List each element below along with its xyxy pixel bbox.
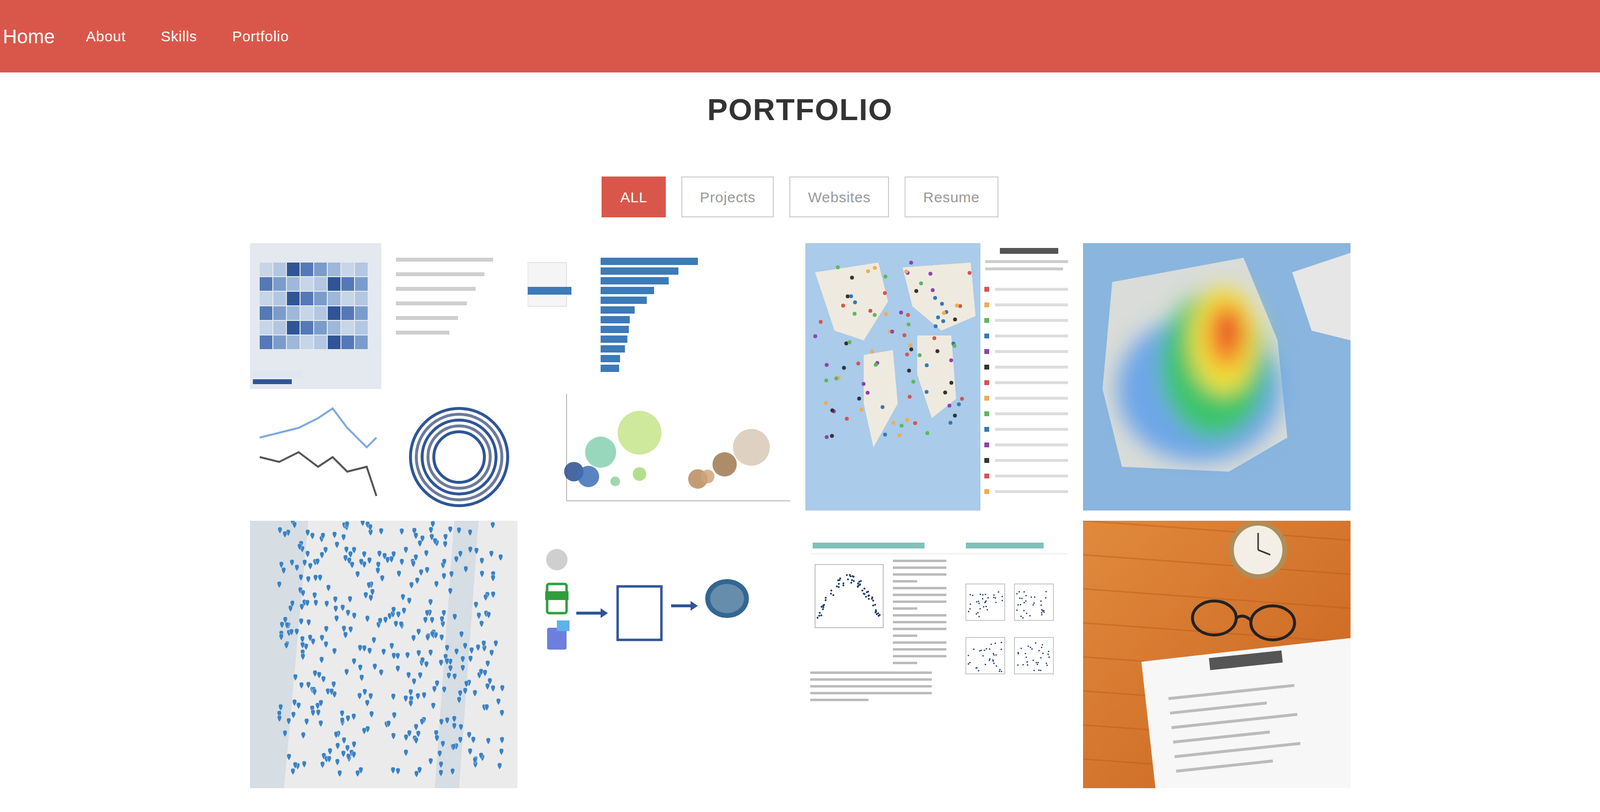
portfolio-tile[interactable] bbox=[805, 520, 1073, 789]
section-heading: PORTFOLIO bbox=[707, 94, 893, 125]
bacteria-thumbnail bbox=[527, 243, 796, 511]
portfolio-tile[interactable] bbox=[1083, 520, 1351, 789]
portfolio-tile[interactable] bbox=[249, 520, 518, 789]
nav-link[interactable]: Skills bbox=[160, 29, 198, 44]
filter-button[interactable]: ALL bbox=[601, 176, 666, 218]
portfolio-section: PORTFOLIO ALL Projects Websites Resume bbox=[0, 72, 1600, 789]
portfolio-tile[interactable] bbox=[527, 243, 796, 511]
filter-bar: ALL Projects Websites Resume bbox=[601, 176, 998, 218]
weathermap-thumbnail bbox=[805, 243, 1073, 511]
pinsmap-thumbnail bbox=[249, 520, 518, 789]
portfolio-tile[interactable] bbox=[249, 243, 518, 511]
portfolio-grid bbox=[249, 243, 1351, 789]
etl-thumbnail bbox=[527, 520, 796, 789]
filter-button[interactable]: Websites bbox=[789, 176, 889, 218]
summary-thumbnail bbox=[805, 520, 1073, 789]
dashboard-thumbnail bbox=[249, 243, 518, 511]
filter-button[interactable]: Resume bbox=[904, 176, 998, 218]
nav-links: About Skills Portfolio bbox=[86, 29, 289, 44]
brand-link[interactable]: Home bbox=[0, 26, 87, 47]
filter-button[interactable]: Projects bbox=[681, 176, 774, 218]
top-nav: Home About Skills Portfolio bbox=[0, 0, 1600, 73]
nav-link[interactable]: About bbox=[86, 29, 126, 44]
heatmap-thumbnail bbox=[1083, 243, 1351, 511]
portfolio-tile[interactable] bbox=[1083, 243, 1351, 511]
portfolio-tile[interactable] bbox=[527, 520, 796, 789]
resume-thumbnail bbox=[1083, 520, 1351, 789]
nav-link[interactable]: Portfolio bbox=[231, 29, 289, 44]
portfolio-tile[interactable] bbox=[805, 243, 1073, 511]
